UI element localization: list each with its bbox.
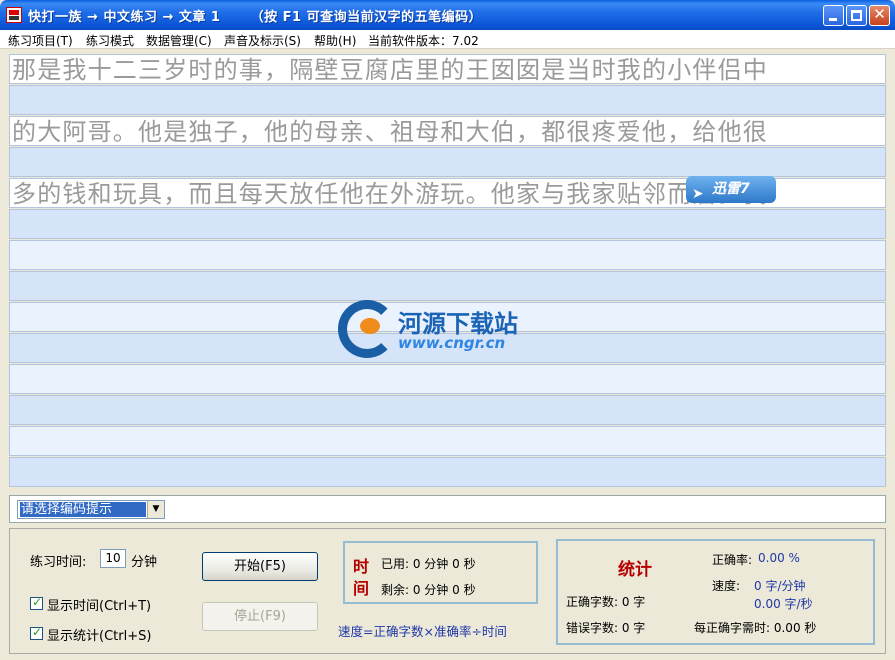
correct-chars: 正确字数: 0 字 — [566, 595, 646, 609]
source-line-text: 多的钱和玩具，而且每天放任他在外游玩。他家与我家贴邻而居。我 — [12, 180, 768, 208]
minimize-icon — [829, 18, 837, 21]
code-hint-value: 请选择编码提示 — [20, 502, 146, 517]
time-box: 时 间 已用: 0 分钟 0 秒 剩余: 0 分钟 0 秒 — [343, 541, 538, 604]
source-line: 那是我十二三岁时的事，隔壁豆腐店里的王囡囡是当时我的小伴侣中 — [9, 54, 886, 84]
app-icon[interactable] — [6, 7, 22, 23]
hint-bar: 请选择编码提示 ▼ — [9, 495, 886, 523]
time-used: 已用: 0 分钟 0 秒 — [381, 557, 476, 571]
time-title-1: 时 — [353, 557, 370, 576]
input-line[interactable] — [9, 85, 886, 115]
stop-button[interactable]: 停止(F9) — [202, 602, 318, 631]
watermark-logo: 河源下载站 www.cngr.cn — [338, 300, 568, 360]
accuracy-label: 正确率: — [712, 553, 753, 567]
xunlei-badge-label: 迅雷7 — [712, 181, 750, 197]
logo-url: www.cngr.cn — [398, 334, 506, 352]
show-stats-checkbox[interactable] — [30, 625, 43, 640]
source-line-text: 那是我十二三岁时的事，隔壁豆腐店里的王囡囡是当时我的小伴侣中 — [12, 56, 768, 84]
source-line — [9, 426, 886, 456]
time-per-char: 每正确字需时: 0.00 秒 — [694, 621, 817, 635]
show-time-checkbox[interactable] — [30, 595, 43, 610]
close-icon: ✕ — [873, 5, 886, 23]
time-title-2: 间 — [353, 579, 370, 598]
software-version: 当前软件版本：7.02 — [368, 34, 479, 48]
input-line[interactable] — [9, 209, 886, 239]
xunlei-badge[interactable]: ➤ 迅雷7 — [686, 176, 776, 203]
maximize-icon — [851, 10, 862, 21]
bird-icon: ➤ — [692, 186, 704, 202]
source-line: 的大阿哥。他是独子，他的母亲、祖母和大伯，都很疼爱他，给他很 — [9, 116, 886, 146]
menu-data-management[interactable]: 数据管理(C) — [146, 32, 212, 49]
wrong-chars: 错误字数: 0 字 — [566, 621, 646, 635]
minimize-button[interactable] — [823, 5, 844, 26]
menu-practice-items[interactable]: 练习项目(T) — [8, 32, 73, 49]
code-hint-select[interactable]: 请选择编码提示 ▼ — [17, 500, 165, 519]
speed-per-minute: 0 字/分钟 — [754, 579, 806, 593]
stats-title: 统计 — [618, 560, 652, 580]
control-panel: 练习时间: 10 分钟 显示时间(Ctrl+T) 显示统计(Ctrl+S) 开始… — [9, 528, 886, 654]
menu-sound-markers[interactable]: 声音及标示(S) — [224, 32, 301, 49]
logo-dot — [360, 318, 380, 334]
speed-per-second: 0.00 字/秒 — [754, 597, 813, 611]
speed-label: 速度: — [712, 579, 741, 593]
accuracy-value: 0.00 % — [758, 551, 800, 565]
maximize-button[interactable] — [846, 5, 867, 26]
practice-area[interactable]: 那是我十二三岁时的事，隔壁豆腐店里的王囡囡是当时我的小伴侣中 的大阿哥。他是独子… — [9, 54, 886, 490]
title-bar: 快打一族 → 中文练习 → 文章 1 （按 F1 可查询当前汉字的五笔编码） ✕ — [0, 0, 895, 30]
window-title: 快打一族 → 中文练习 → 文章 1 （按 F1 可查询当前汉字的五笔编码） — [28, 10, 483, 25]
input-line[interactable] — [9, 271, 886, 301]
practice-time-input[interactable]: 10 — [100, 549, 126, 568]
source-line — [9, 240, 886, 270]
practice-time-label: 练习时间: — [30, 555, 87, 570]
speed-formula: 速度=正确字数×准确率÷时间 — [338, 624, 507, 639]
input-line[interactable] — [9, 457, 886, 487]
dropdown-arrow-icon[interactable]: ▼ — [147, 501, 164, 518]
show-time-label[interactable]: 显示时间(Ctrl+T) — [47, 595, 151, 614]
source-line — [9, 364, 886, 394]
menu-help[interactable]: 帮助(H) — [314, 32, 356, 49]
start-button[interactable]: 开始(F5) — [202, 552, 318, 581]
source-line-text: 的大阿哥。他是独子，他的母亲、祖母和大伯，都很疼爱他，给他很 — [12, 118, 768, 146]
show-stats-label[interactable]: 显示统计(Ctrl+S) — [47, 625, 151, 644]
menu-bar: 练习项目(T) 练习模式 数据管理(C) 声音及标示(S) 帮助(H) 当前软件… — [0, 30, 895, 49]
menu-practice-mode[interactable]: 练习模式 — [86, 32, 134, 49]
minutes-unit: 分钟 — [131, 555, 158, 570]
stats-box: 统计 正确字数: 0 字 错误字数: 0 字 正确率: 0.00 % 速度: 0… — [556, 539, 875, 645]
time-remaining: 剩余: 0 分钟 0 秒 — [381, 583, 476, 597]
input-line[interactable] — [9, 147, 886, 177]
close-button[interactable]: ✕ — [869, 5, 890, 26]
input-line[interactable] — [9, 395, 886, 425]
